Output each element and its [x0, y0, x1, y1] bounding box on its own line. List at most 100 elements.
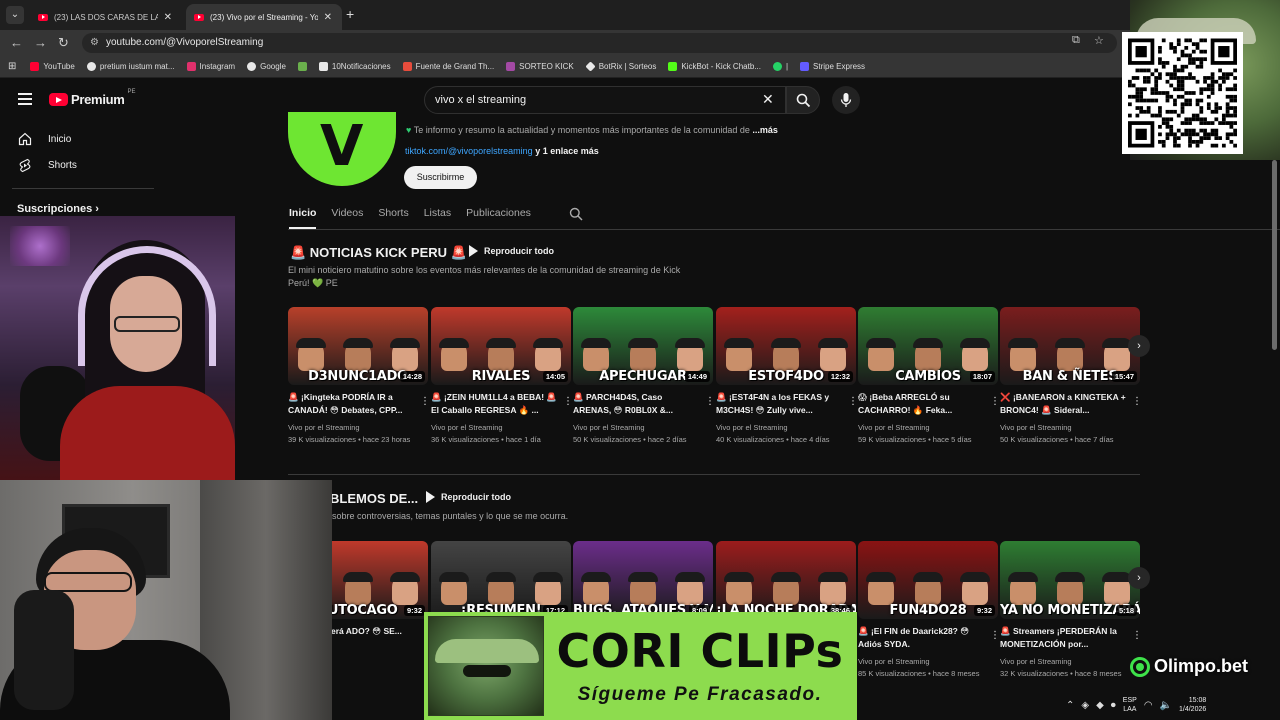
video-channel[interactable]: Vivo por el Streaming [716, 422, 856, 434]
tab-shorts[interactable]: Shorts [378, 203, 408, 229]
more-options-icon[interactable]: ⋮ [705, 397, 715, 407]
bookmark-10notificaciones[interactable]: 10Notificaciones [318, 62, 391, 71]
channel-description[interactable]: ♥ Te informo y resumo la actualidad y mo… [406, 125, 778, 135]
search-button[interactable] [786, 86, 820, 114]
more-options-icon[interactable]: ⋮ [990, 631, 1000, 641]
tab-search-button[interactable]: ⌄ [6, 6, 24, 24]
video-thumbnail[interactable]: YA NO MONETIZARÁN 5:18 [1000, 541, 1140, 619]
video-thumbnail[interactable]: ¡RESUMEN! 17:12 [431, 541, 571, 619]
video-thumbnail[interactable]: BUGS, ATAQUES Y MÁS8:09 [573, 541, 713, 619]
tray-network-app-icon[interactable]: ◆ [1096, 700, 1104, 711]
more-options-icon[interactable]: ⋮ [420, 397, 430, 407]
clear-search-icon[interactable]: ✕ [762, 91, 774, 107]
video-channel[interactable]: Vivo por el Streaming [431, 422, 571, 434]
tray-chevron-icon[interactable]: ⌃ [1066, 700, 1074, 711]
bookmark-kickbot[interactable]: KickBot - Kick Chatb... [668, 62, 761, 71]
bookmark-extension[interactable] [297, 62, 307, 71]
description-more-link[interactable]: ...más [752, 125, 778, 135]
video-title[interactable]: 🚨 ¡Kingteka PODRÍA IR a CANADÁ! 😳 Debate… [288, 391, 428, 417]
apps-grid-icon[interactable]: ⊞ [8, 61, 16, 72]
tab-publicaciones[interactable]: Publicaciones [466, 203, 531, 229]
channel-avatar[interactable] [288, 112, 396, 186]
install-app-icon[interactable]: ⧉ [1072, 34, 1080, 47]
youtube-premium-logo[interactable]: Premium PE [49, 89, 136, 107]
bookmark-whatsapp[interactable]: | [772, 62, 788, 71]
tab-close-icon[interactable]: ✕ [164, 12, 172, 23]
video-thumbnail[interactable]: APECHUGAR 14:49 [573, 307, 713, 385]
menu-icon[interactable] [18, 93, 32, 105]
subscribe-button[interactable]: Suscribirme [404, 166, 477, 189]
bookmark-grand-theft[interactable]: Fuente de Grand Th... [402, 62, 494, 71]
back-arrow-icon[interactable]: ← [10, 35, 23, 51]
volume-icon[interactable]: 🔈 [1160, 700, 1172, 711]
page-scrollbar[interactable] [1272, 160, 1277, 350]
bookmark-google[interactable]: Google [247, 62, 286, 71]
more-options-icon[interactable]: ⋮ [848, 397, 858, 407]
play-all-button[interactable]: Reproducir todo [469, 245, 554, 257]
video-channel[interactable]: Vivo por el Streaming [1000, 656, 1140, 668]
wifi-icon[interactable]: ◠ [1144, 700, 1153, 711]
video-title[interactable]: 🚨 ¡ZEIN HUM1LL4 a BEBA! 🚨 El Caballo REG… [431, 391, 571, 417]
video-title[interactable]: 🚨 Streamers ¡PERDERÁN la MONETIZACIÓN po… [1000, 625, 1140, 651]
video-thumbnail[interactable]: FUN4DO28 9:32 [858, 541, 998, 619]
video-title[interactable]: 😱 ¡Beba ARREGLÓ su CACHARRO! 🔥 Feka... [858, 391, 998, 417]
more-links-button[interactable]: y 1 enlace más [535, 146, 599, 156]
video-card[interactable]: ESTOF4DO 12:32 🚨 ¡EST4F4N a los FEKAS y M3… [716, 307, 858, 446]
search-input[interactable]: vivo x el streaming [424, 86, 786, 114]
bookmark-pretium[interactable]: pretium iustum mat... [86, 62, 175, 71]
video-title[interactable]: 🚨 ¡El FIN de Daarick28? 😳 Adiós SYDA. [858, 625, 998, 651]
more-options-icon[interactable]: ⋮ [1132, 397, 1142, 407]
video-channel[interactable]: Vivo por el Streaming [288, 422, 428, 434]
shelf-next-arrow-icon[interactable]: › [1128, 335, 1150, 357]
video-thumbnail[interactable]: ESTOF4DO 12:32 [716, 307, 856, 385]
sidebar-item-home[interactable]: Inicio [18, 132, 71, 146]
video-card[interactable]: RIVALES 14:05 🚨 ¡ZEIN HUM1LL4 a BEBA! 🚨 El… [431, 307, 573, 446]
shelf-title[interactable]: 🚨 NOTICIAS KICK PERU 🚨 [290, 245, 467, 261]
more-options-icon[interactable]: ⋮ [1132, 631, 1142, 641]
forward-arrow-icon[interactable]: → [34, 35, 47, 51]
tab-close-icon[interactable]: ✕ [324, 12, 332, 23]
channel-search-icon[interactable] [569, 207, 583, 221]
shelf-next-arrow-icon[interactable]: › [1128, 567, 1150, 589]
video-card[interactable]: D3NUNC1ADO 14:28 🚨 ¡Kingteka PODRÍA IR a C… [288, 307, 430, 446]
video-card[interactable]: APECHUGAR 14:49 🚨 PARCH4D4S, Caso ARENAS, … [573, 307, 715, 446]
video-channel[interactable]: Vivo por el Streaming [1000, 422, 1140, 434]
video-thumbnail[interactable]: ¡LA NOCHE DORADA! 38:46 [716, 541, 856, 619]
keyboard-language[interactable]: ESP LAA [1123, 696, 1137, 714]
address-bar[interactable]: ⚙ youtube.com/@VivoporelStreaming [82, 33, 1117, 53]
tab-videos[interactable]: Videos [331, 203, 363, 229]
sidebar-item-shorts[interactable]: Shorts [18, 158, 77, 173]
video-card[interactable]: FUN4DO28 9:32 🚨 ¡El FIN de Daarick28? 😳 Ad… [858, 541, 1000, 680]
taskbar-clock[interactable]: 15:08 1/4/2026 [1179, 696, 1206, 714]
video-title[interactable]: 🚨 ¡EST4F4N a los FEKAS y M3CH4S! 😳 Zully… [716, 391, 856, 417]
video-thumbnail[interactable]: CAMBIOS 18:07 [858, 307, 998, 385]
more-options-icon[interactable]: ⋮ [990, 397, 1000, 407]
shelf-title[interactable]: BLEMOS DE... [330, 491, 418, 506]
reload-icon[interactable]: ↻ [58, 35, 69, 51]
video-channel[interactable]: Vivo por el Streaming [858, 422, 998, 434]
video-title[interactable]: ❌ ¡BANEARON a KINGTEKA + BRONC4! 🚨 Sider… [1000, 391, 1140, 417]
more-options-icon[interactable]: ⋮ [563, 397, 573, 407]
bookmark-sorteo-kick[interactable]: SORTEO KICK [506, 62, 574, 71]
site-info-icon[interactable]: ⚙ [90, 33, 99, 53]
video-card[interactable]: BAN & ÑETES 15:47 ❌ ¡BANEARON a KINGTEKA +… [1000, 307, 1142, 446]
tiktok-link[interactable]: tiktok.com/@vivoporelstreaming [405, 146, 533, 156]
bookmark-youtube[interactable]: YouTube [30, 62, 75, 71]
video-channel[interactable]: Vivo por el Streaming [858, 656, 998, 668]
video-thumbnail[interactable]: D3NUNC1ADO 14:28 [288, 307, 428, 385]
voice-search-button[interactable] [832, 86, 860, 114]
tab-listas[interactable]: Listas [424, 203, 451, 229]
video-thumbnail[interactable]: BAN & ÑETES 15:47 [1000, 307, 1140, 385]
video-card[interactable]: YA NO MONETIZARÁN 5:18 🚨 Streamers ¡PERDER… [1000, 541, 1142, 680]
bookmark-instagram[interactable]: Instagram [186, 62, 235, 71]
tray-mic-icon[interactable]: ⏺ [1111, 700, 1116, 711]
browser-tab-2[interactable]: (23) Vivo por el Streaming - You ✕ [186, 4, 342, 30]
tray-app-icon[interactable]: ◈ [1081, 700, 1089, 711]
browser-tab-1[interactable]: (23) LAS DOS CARAS DE LA MO ✕ [30, 4, 182, 30]
video-thumbnail[interactable]: RIVALES 14:05 [431, 307, 571, 385]
new-tab-button[interactable]: + [346, 6, 354, 22]
sidebar-subscriptions-heading[interactable]: Suscripciones › [17, 203, 99, 215]
video-card[interactable]: CAMBIOS 18:07 😱 ¡Beba ARREGLÓ su CACHARRO!… [858, 307, 1000, 446]
play-all-button[interactable]: Reproducir todo [426, 491, 511, 503]
video-title[interactable]: 🚨 PARCH4D4S, Caso ARENAS, 😳 R0BL0X &... [573, 391, 713, 417]
